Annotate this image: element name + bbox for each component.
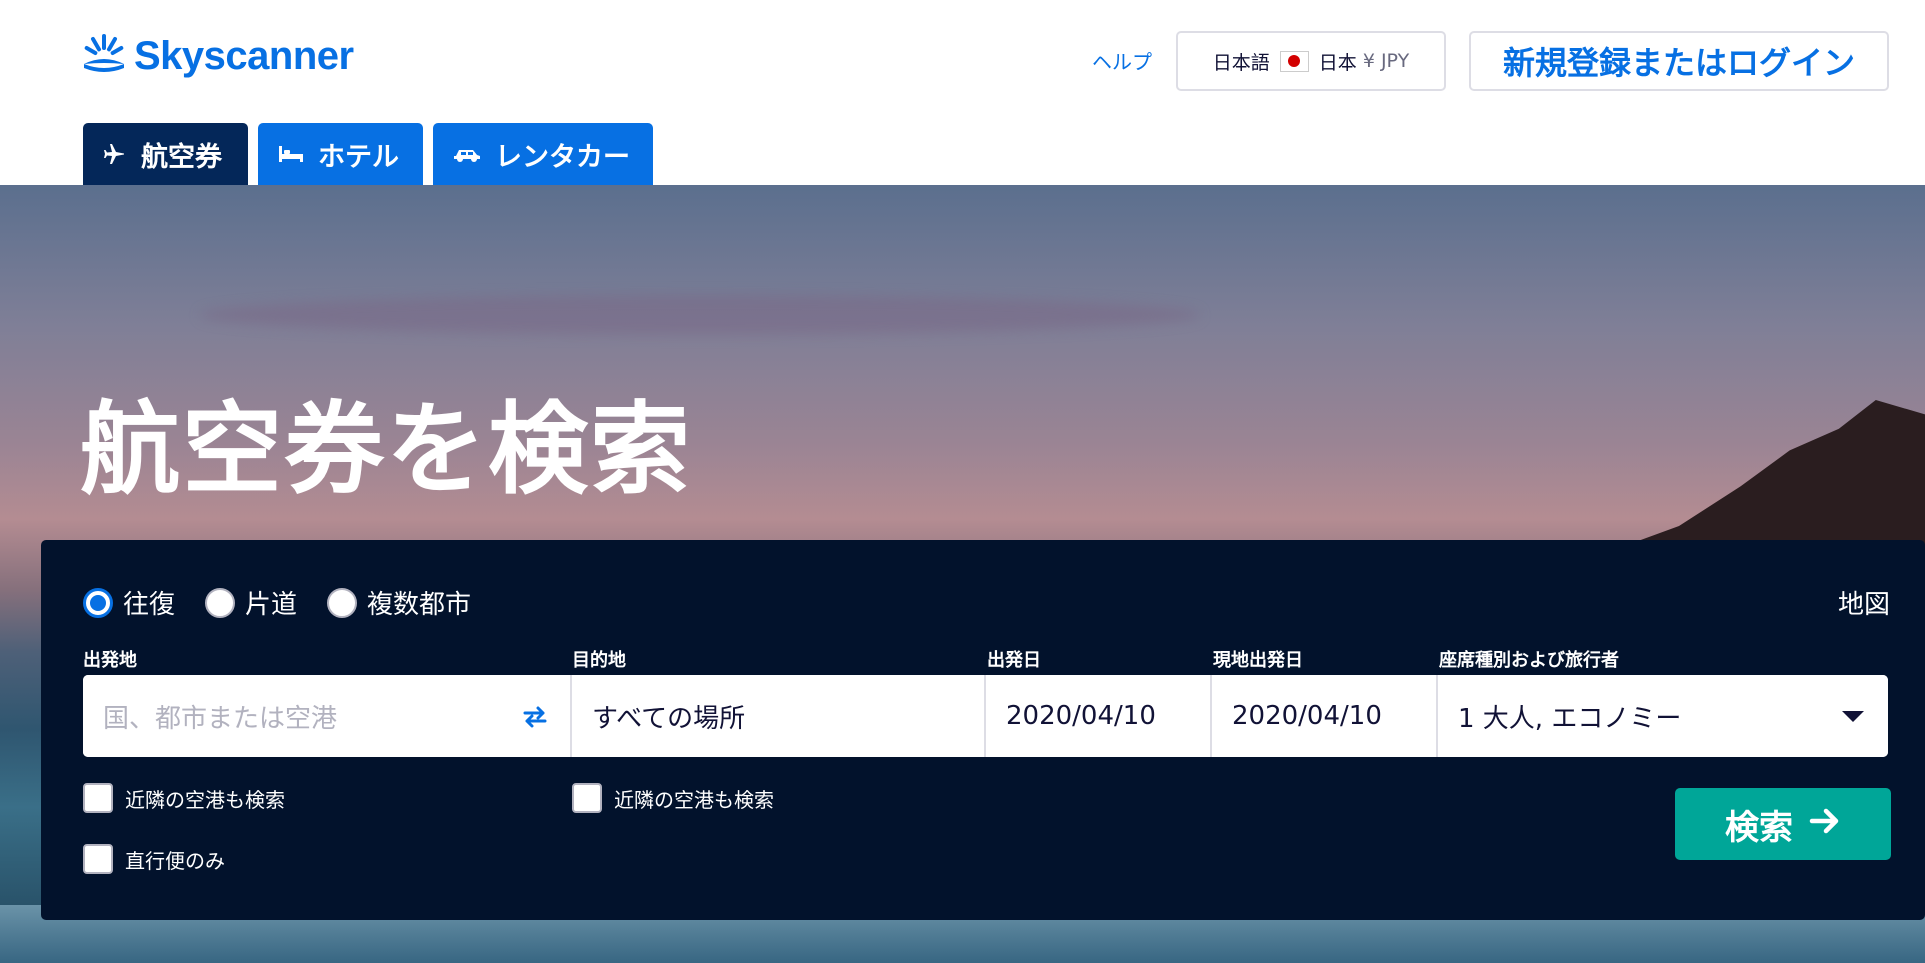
direct-only-checkbox[interactable]: 直行便のみ [83, 844, 225, 874]
search-button-label: 検索 [1725, 807, 1793, 848]
checkbox-unchecked-icon [83, 844, 113, 874]
nearby-destination-checkbox[interactable]: 近隣の空港も検索 [572, 783, 774, 813]
trip-type-selector: 往復 片道 複数都市 [83, 584, 471, 621]
map-link[interactable]: 地図 [1838, 584, 1890, 621]
trip-type-multi-city-label: 複数都市 [367, 590, 472, 620]
trip-type-multi-city[interactable]: 複数都市 [327, 584, 471, 621]
japan-flag-icon [1279, 50, 1309, 72]
destination-value: すべての場所 [592, 703, 746, 734]
language-label: 日本語 [1212, 51, 1270, 74]
tab-hotels[interactable]: ホテル [258, 123, 423, 185]
radio-unchecked-icon [205, 587, 236, 618]
bed-icon [278, 143, 304, 165]
locale-selector-button[interactable]: 日本語 日本 ¥ JPY [1176, 31, 1446, 91]
depart-date-value: 2020/04/10 [1006, 701, 1156, 731]
radio-checked-icon [83, 587, 113, 618]
flight-search-panel: 往復 片道 複数都市 地図 出発地 目的地 出発日 現地出発日 座席種別および旅… [41, 540, 1925, 920]
brand-name: Skyscanner [134, 33, 354, 78]
tab-flights[interactable]: 航空券 [83, 123, 248, 185]
sunburst-logo-icon [82, 32, 126, 80]
car-icon [453, 144, 481, 164]
return-date-value: 2020/04/10 [1232, 701, 1382, 731]
chevron-down-icon [1842, 711, 1864, 722]
search-button[interactable]: 検索 [1675, 788, 1891, 860]
tab-flights-label: 航空券 [141, 141, 222, 173]
origin-input[interactable]: 国、都市または空港 [83, 675, 572, 757]
radio-unchecked-icon [327, 587, 358, 618]
travellers-value: 1 大人, エコノミー [1458, 703, 1682, 734]
tab-car-hire-label: レンタカー [495, 141, 630, 173]
checkbox-unchecked-icon [572, 783, 602, 813]
travellers-label: 座席種別および旅行者 [1439, 650, 1619, 671]
help-link[interactable]: ヘルプ [1092, 46, 1152, 75]
country-label: 日本 [1318, 51, 1357, 74]
nearby-origin-checkbox[interactable]: 近隣の空港も検索 [83, 783, 285, 813]
login-button[interactable]: 新規登録またはログイン [1469, 31, 1889, 91]
nearby-destination-label: 近隣の空港も検索 [614, 787, 774, 812]
swap-arrows-icon[interactable] [522, 705, 548, 736]
return-date-input[interactable]: 2020/04/10 [1212, 675, 1438, 757]
trip-type-return[interactable]: 往復 [83, 584, 175, 621]
skyscanner-logo[interactable]: Skyscanner [82, 30, 354, 82]
destination-label: 目的地 [572, 650, 626, 671]
product-tabs: 航空券 ホテル レンタカー [83, 123, 653, 185]
nearby-origin-label: 近隣の空港も検索 [125, 787, 285, 812]
trip-type-one-way-label: 片道 [245, 590, 298, 620]
direct-only-label: 直行便のみ [125, 848, 225, 873]
currency-label: ¥ JPY [1362, 50, 1410, 72]
site-header: Skyscanner ヘルプ 日本語 日本 ¥ JPY 新規登録またはログイン … [0, 0, 1925, 185]
tab-hotels-label: ホテル [318, 141, 399, 173]
depart-date-input[interactable]: 2020/04/10 [986, 675, 1212, 757]
search-fields-row: 国、都市または空港 すべての場所 2020/04/10 2020/04/10 1… [83, 675, 1888, 757]
depart-date-label: 出発日 [987, 650, 1041, 671]
cabin-travellers-select[interactable]: 1 大人, エコノミー [1438, 675, 1888, 757]
origin-label: 出発地 [83, 650, 137, 671]
return-date-label: 現地出発日 [1213, 650, 1303, 671]
checkbox-unchecked-icon [83, 783, 113, 813]
arrow-right-icon [1809, 804, 1841, 844]
page-title: 航空券を検索 [80, 391, 692, 508]
cloud-decoration [200, 295, 1200, 335]
trip-type-return-label: 往復 [123, 590, 176, 620]
origin-placeholder: 国、都市または空港 [103, 703, 338, 734]
destination-input[interactable]: すべての場所 [572, 675, 986, 757]
trip-type-one-way[interactable]: 片道 [205, 584, 297, 621]
tab-car-hire[interactable]: レンタカー [433, 123, 653, 185]
plane-icon [103, 142, 127, 166]
